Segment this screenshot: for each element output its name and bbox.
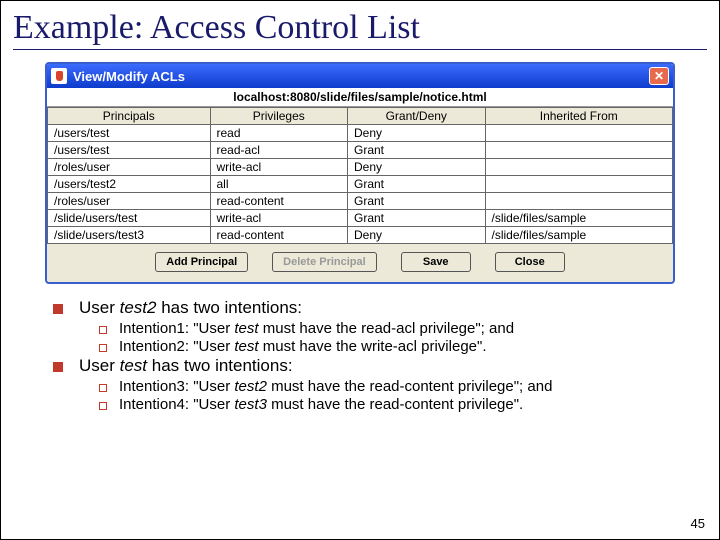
title-wrap: Example: Access Control List [1,1,719,62]
hollow-square-icon [99,384,107,392]
col-inherited: Inherited From [485,108,673,125]
bullet-text: Intention2: "User test must have the wri… [119,338,487,355]
table-body: /users/testreadDeny /users/testread-aclG… [48,125,673,244]
table-row[interactable]: /users/testreadDeny [48,125,673,142]
table-header-row: Principals Privileges Grant/Deny Inherit… [48,108,673,125]
bullet-level1: User test has two intentions: [53,356,687,376]
bullet-level2: Intention4: "User test3 must have the re… [99,396,687,413]
col-grantdeny: Grant/Deny [348,108,486,125]
table-row[interactable]: /roles/userread-contentGrant [48,193,673,210]
col-privileges: Privileges [210,108,348,125]
save-button[interactable]: Save [401,252,471,272]
slide: Example: Access Control List View/Modify… [0,0,720,540]
hollow-square-icon [99,326,107,334]
title-underline [13,49,707,50]
bullet-text: User test has two intentions: [79,356,293,376]
window-title: View/Modify ACLs [73,69,185,84]
table-row[interactable]: /slide/users/test3read-contentDeny/slide… [48,227,673,244]
col-principals: Principals [48,108,211,125]
square-bullet-icon [53,304,63,314]
hollow-square-icon [99,344,107,352]
bullet-text: Intention4: "User test3 must have the re… [119,396,523,413]
resource-path: localhost:8080/slide/files/sample/notice… [47,88,673,107]
bullet-list: User test2 has two intentions: Intention… [53,298,687,413]
bullet-level2: Intention1: "User test must have the rea… [99,320,687,337]
bullet-text: Intention3: "User test2 must have the re… [119,378,552,395]
java-icon [51,68,67,84]
square-bullet-icon [53,362,63,372]
titlebar: View/Modify ACLs ✕ [47,64,673,88]
bullet-text: Intention1: "User test must have the rea… [119,320,514,337]
bullet-level2: Intention3: "User test2 must have the re… [99,378,687,395]
page-number: 45 [691,516,705,531]
close-icon[interactable]: ✕ [649,67,669,85]
acl-table: Principals Privileges Grant/Deny Inherit… [47,107,673,244]
acl-window: View/Modify ACLs ✕ localhost:8080/slide/… [45,62,675,284]
close-button[interactable]: Close [495,252,565,272]
bullet-text: User test2 has two intentions: [79,298,302,318]
button-row: Add Principal Delete Principal Save Clos… [47,244,673,282]
delete-principal-button[interactable]: Delete Principal [272,252,377,272]
slide-title: Example: Access Control List [13,9,707,47]
add-principal-button[interactable]: Add Principal [155,252,248,272]
bullet-level1: User test2 has two intentions: [53,298,687,318]
bullet-level2: Intention2: "User test must have the wri… [99,338,687,355]
table-row[interactable]: /roles/userwrite-aclDeny [48,159,673,176]
table-row[interactable]: /users/test2allGrant [48,176,673,193]
table-row[interactable]: /slide/users/testwrite-aclGrant/slide/fi… [48,210,673,227]
table-row[interactable]: /users/testread-aclGrant [48,142,673,159]
hollow-square-icon [99,402,107,410]
